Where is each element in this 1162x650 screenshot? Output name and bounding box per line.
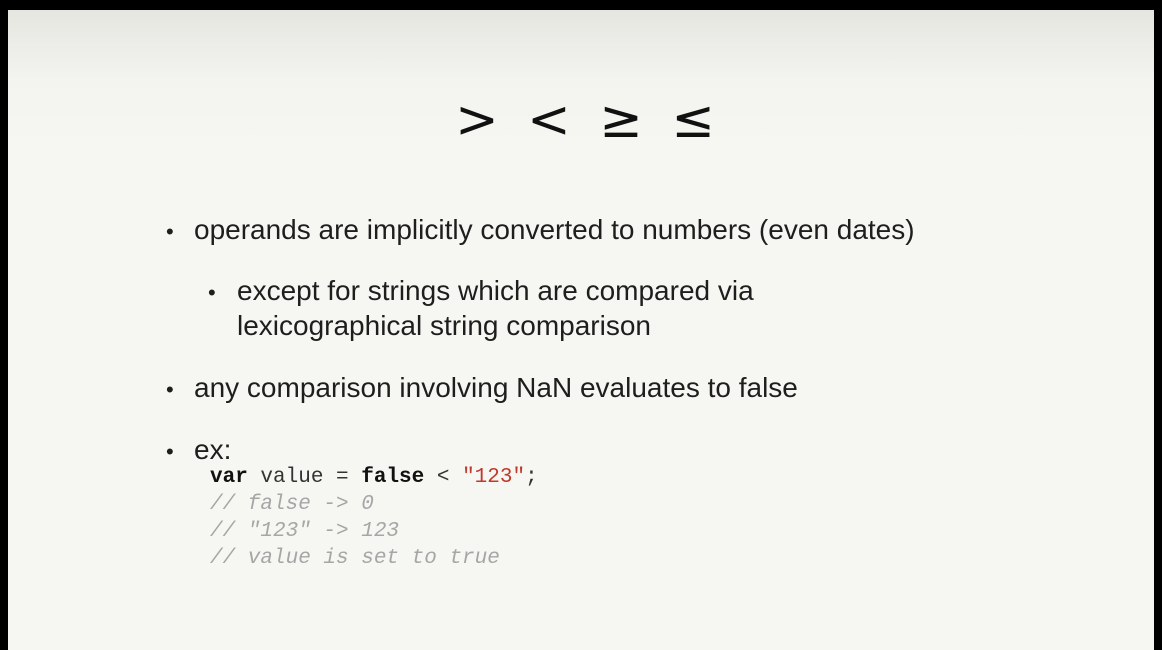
code-keyword-false: false	[361, 466, 425, 489]
code-line-1: var value = false < "123";	[210, 464, 538, 491]
slide-title: > < ≥ ≤	[455, 90, 721, 150]
code-comment-3: // value is set to true	[210, 547, 500, 570]
code-comment-1: // false -> 0	[210, 493, 374, 516]
slide: > < ≥ ≤ • operands are implicitly conver…	[8, 10, 1154, 650]
sub-bullet-strings-line1: except for strings which are compared vi…	[237, 275, 754, 306]
bullet-operands-converted: operands are implicitly converted to num…	[194, 214, 915, 245]
code-operator: <	[424, 466, 463, 489]
code-keyword-var: var	[210, 466, 248, 489]
bullet-dot: •	[166, 219, 174, 244]
sub-bullet-strings-line2: lexicographical string comparison	[237, 310, 651, 341]
bullet-example: ex:	[194, 434, 232, 465]
code-identifier: value =	[247, 466, 362, 489]
bullet-dot: •	[166, 439, 174, 464]
code-string-literal: "123"	[462, 466, 526, 489]
code-comment-2: // "123" -> 123	[210, 520, 400, 543]
code-semicolon: ;	[525, 466, 538, 489]
sub-bullet-dot: •	[208, 280, 216, 305]
bullet-nan-comparison: any comparison involving NaN evaluates t…	[194, 372, 798, 403]
bullet-dot: •	[166, 377, 174, 402]
